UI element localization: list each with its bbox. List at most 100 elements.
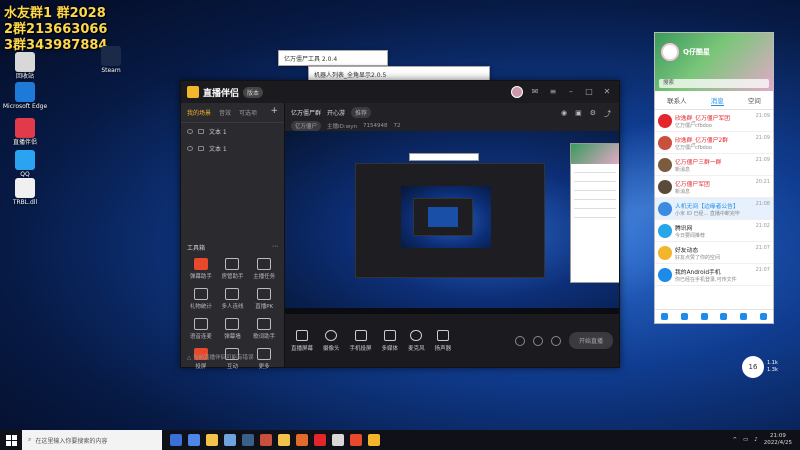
tab-contacts[interactable]: 联系人: [667, 95, 687, 106]
speed-down: 1.3k: [767, 367, 778, 373]
taskbar-app-icon[interactable]: [188, 434, 200, 446]
tray-chevron-icon[interactable]: ^: [732, 437, 737, 443]
btn-screen-capture[interactable]: 直播屏幕: [291, 329, 313, 352]
taskbar-app-icon[interactable]: [314, 434, 326, 446]
scene-sub: 开心游: [327, 110, 346, 117]
toolbox-more-icon[interactable]: ⋯: [272, 243, 278, 252]
mail-icon[interactable]: ✉: [529, 87, 541, 97]
gear-icon[interactable]: [550, 335, 561, 346]
chat-list-item[interactable]: 好友动态 好友点赞了你的空间 21:07: [655, 242, 773, 264]
speed-widget[interactable]: 16 1.1k 1.3k: [742, 356, 778, 378]
chat-search-input[interactable]: 搜索: [659, 79, 769, 88]
chat-list-item[interactable]: 亿万僵尸军团 新消息 20:21: [655, 176, 773, 198]
live-companion-window[interactable]: 直播伴侣 版本 ✉ ≡ – □ ✕ 我的场景 音效 可选项 + 文本 1 文本 …: [180, 80, 620, 370]
layer-row[interactable]: 文本 1: [181, 140, 284, 157]
layer-row[interactable]: 文本 1: [181, 123, 284, 140]
taskbar-app-icon[interactable]: [332, 434, 344, 446]
layout-icon[interactable]: ▣: [575, 109, 582, 119]
dialog-zombie-tool[interactable]: 亿万僵尸工具 2.0.4: [278, 50, 388, 66]
add-source-icon[interactable]: +: [270, 107, 278, 117]
layer-name: 文本 1: [209, 146, 227, 153]
desktop-icon-edge[interactable]: Microsoft Edge: [2, 82, 48, 111]
taskbar-app-icon[interactable]: [224, 434, 236, 446]
tool-danmaku[interactable]: 弹幕助手: [185, 258, 217, 280]
game-icon[interactable]: [739, 313, 747, 320]
share-icon[interactable]: ⤴: [604, 109, 611, 119]
volume-icon[interactable]: ♪: [754, 437, 758, 443]
taskbar-search[interactable]: ⌕ 在这里输入你要搜索的内容: [22, 430, 162, 450]
nested-chat-panel: [570, 143, 619, 283]
minimize-icon[interactable]: –: [565, 87, 577, 97]
chat-list-item[interactable]: 欣逸群_亿万僵尸2群 亿万僵尸cfbdoo 21:09: [655, 132, 773, 154]
taskbar-app-icon[interactable]: [260, 434, 272, 446]
stream-preview[interactable]: [285, 131, 619, 316]
chat-item-name: 人机无间【边缘者公告】: [675, 203, 739, 210]
user-avatar[interactable]: [511, 86, 523, 98]
scene-pill[interactable]: 推荐: [351, 107, 372, 118]
btn-media[interactable]: 多媒体: [382, 329, 398, 352]
tab-options[interactable]: 可选项: [239, 108, 257, 117]
desktop-icon-qq[interactable]: QQ: [2, 150, 48, 179]
chat-avatar[interactable]: [661, 43, 679, 61]
tool-multi-link[interactable]: 多人连线: [217, 288, 249, 310]
taskbar-app-icon[interactable]: [278, 434, 290, 446]
mail-icon[interactable]: [720, 313, 728, 320]
desktop-icon-recycle[interactable]: 回收站: [2, 52, 48, 81]
menu-icon[interactable]: [661, 313, 669, 320]
chat-list-item[interactable]: 人机无间【边缘者公告】 小米 ID 已经... 直播中断完毕 21:08: [655, 198, 773, 220]
record-toggle-icon[interactable]: [514, 335, 525, 346]
app-version-badge[interactable]: 版本: [243, 86, 264, 98]
tab-my-scenes[interactable]: 我的场景: [187, 108, 211, 117]
maximize-icon[interactable]: □: [583, 87, 595, 97]
taskbar-app-icon[interactable]: [296, 434, 308, 446]
windows-start-icon[interactable]: [0, 430, 22, 450]
tool-tasks[interactable]: 主播任务: [248, 258, 280, 280]
file-icon[interactable]: [700, 313, 708, 320]
network-icon[interactable]: ▭: [743, 437, 748, 443]
close-icon[interactable]: ✕: [601, 87, 613, 97]
menu-icon[interactable]: ≡: [547, 87, 559, 97]
qq-chat-panel[interactable]: Q仔酷星 搜索 联系人 消息 空间 欣逸群_亿万僵尸军团 亿万僵尸cfbdoo 21…: [654, 32, 774, 324]
tool-pk[interactable]: 直播PK: [248, 288, 280, 310]
beauty-icon[interactable]: [532, 335, 543, 346]
clock[interactable]: 21:09 2022/4/25: [764, 433, 792, 447]
stage-meta-tag[interactable]: 亿万僵尸: [291, 121, 322, 131]
taskbar-app-icon[interactable]: [242, 434, 254, 446]
desktop-icon-steam[interactable]: Steam: [88, 46, 134, 75]
app-logo-icon: [187, 86, 199, 98]
warning-tip[interactable]: △ 当前直播伴侣可能有错误: [187, 353, 253, 361]
eye-icon[interactable]: [187, 146, 193, 151]
tab-space[interactable]: 空间: [748, 95, 761, 106]
settings-icon[interactable]: ⚙: [590, 109, 596, 119]
btn-phone-cast[interactable]: 手机投屏: [350, 329, 372, 352]
microphone-icon: [410, 329, 423, 341]
taskbar-app-icon[interactable]: [350, 434, 362, 446]
taskbar-app-icon[interactable]: [206, 434, 218, 446]
eye-icon[interactable]: [187, 129, 193, 134]
tool-lyrics[interactable]: 歌词助手: [248, 318, 280, 340]
lock-icon[interactable]: [198, 129, 204, 134]
app-titlebar[interactable]: 直播伴侣 版本 ✉ ≡ – □ ✕: [181, 81, 619, 103]
tool-room-admin[interactable]: 房管助手: [217, 258, 249, 280]
tool-voice-link[interactable]: 语音连麦: [185, 318, 217, 340]
chat-list-item[interactable]: 腾讯网 今日要闻推荐 21:02: [655, 220, 773, 242]
tab-audio[interactable]: 音效: [219, 108, 231, 117]
chat-list-item[interactable]: 亿万僵尸三群一群 新消息 21:09: [655, 154, 773, 176]
tool-danmaku-wall[interactable]: 弹幕墙: [217, 318, 249, 340]
chat-list-item[interactable]: 我的Android手机 你已经在手机登录,可传文件 21:07: [655, 264, 773, 286]
taskbar-app-icon[interactable]: [170, 434, 182, 446]
btn-camera[interactable]: 摄像头: [323, 329, 340, 352]
chat-list-item[interactable]: 欣逸群_亿万僵尸军团 亿万僵尸cfbdoo 21:09: [655, 110, 773, 132]
taskbar-app-icon[interactable]: [368, 434, 380, 446]
start-live-button[interactable]: 开始直播: [568, 332, 613, 349]
tab-messages[interactable]: 消息: [710, 95, 724, 106]
record-icon[interactable]: ◉: [561, 109, 567, 119]
btn-microphone[interactable]: 麦克风: [408, 329, 425, 352]
lock-icon[interactable]: [198, 146, 204, 151]
contacts-icon[interactable]: [680, 313, 688, 320]
apps-icon[interactable]: [759, 313, 767, 320]
tool-gift-stats[interactable]: 礼物统计: [185, 288, 217, 310]
desktop-icon-live[interactable]: 直播伴侣: [2, 118, 48, 147]
btn-speaker[interactable]: 扬声器: [435, 329, 451, 352]
desktop-icon-file[interactable]: TRBL.dll: [2, 178, 48, 207]
